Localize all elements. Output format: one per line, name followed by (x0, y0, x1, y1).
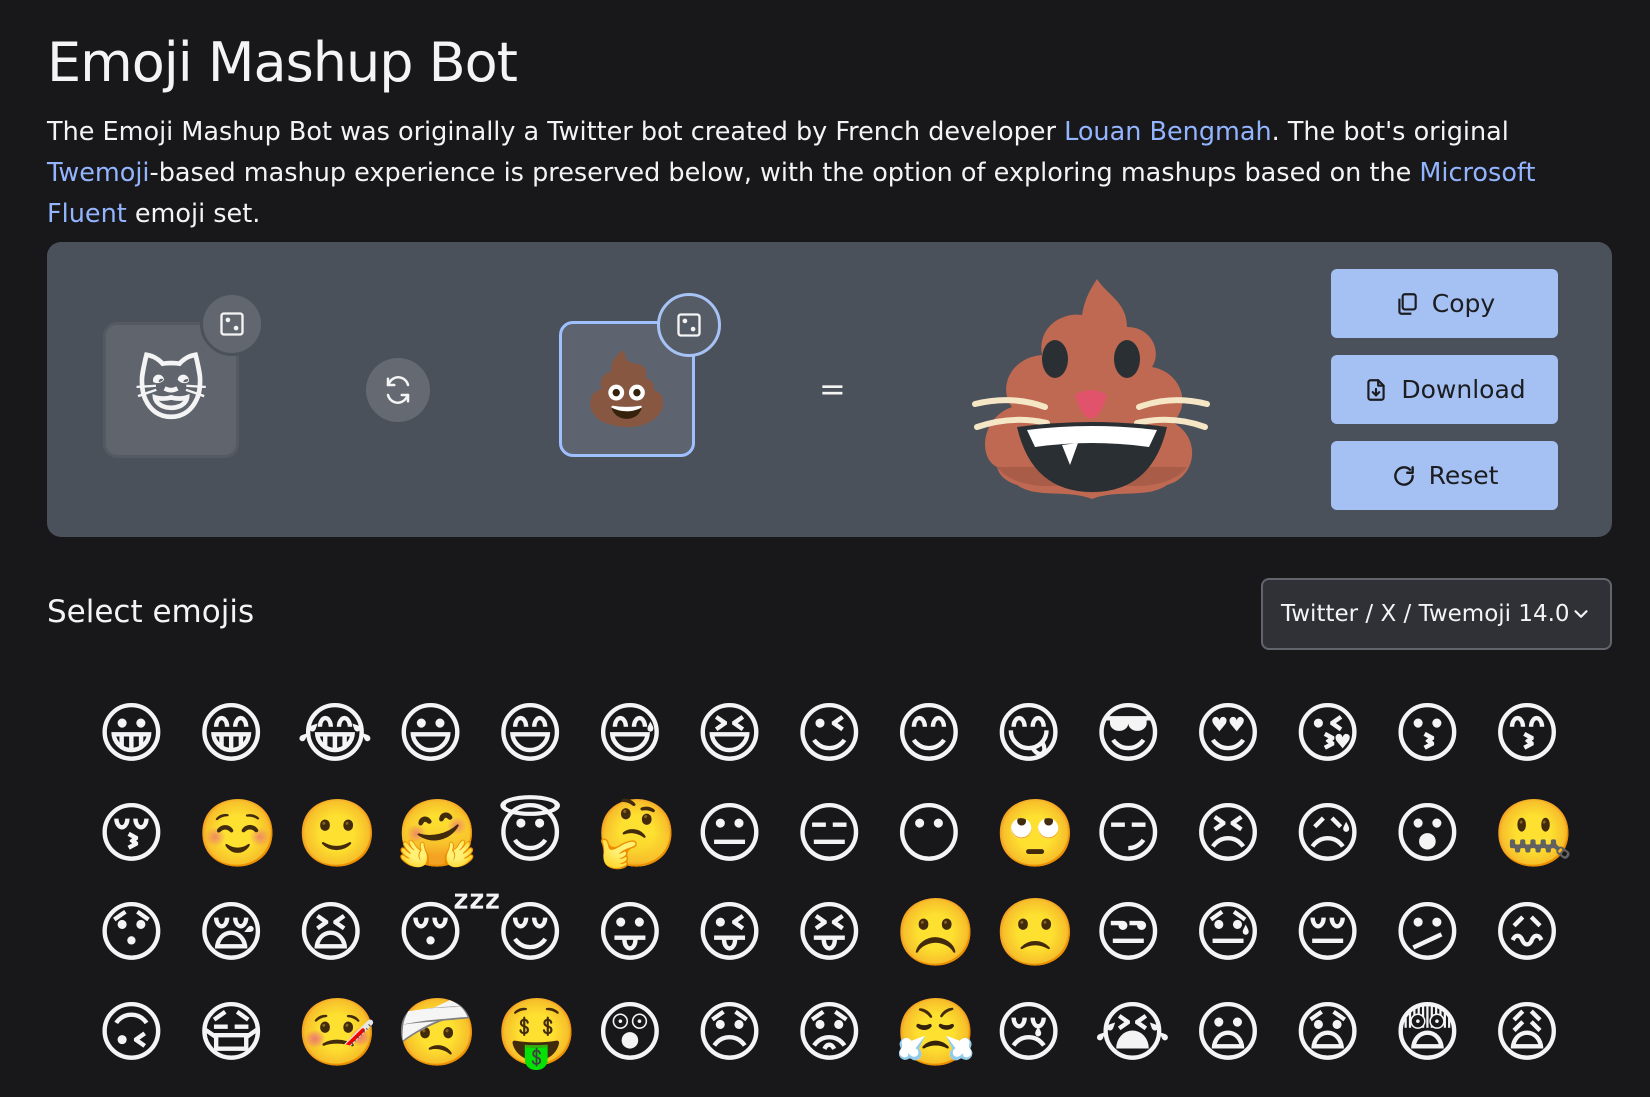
emoji-option[interactable]: 😟 (795, 997, 865, 1067)
emoji-option[interactable]: 😕 (1393, 897, 1463, 967)
copy-button[interactable]: Copy (1331, 269, 1558, 338)
emoji-option[interactable]: 😘 (1293, 698, 1363, 768)
emoji-option[interactable]: 😭 (1094, 997, 1171, 1067)
emoji-option[interactable]: 😔 (1293, 897, 1363, 967)
emoji-option[interactable]: 😛 (595, 897, 665, 967)
emoji-option[interactable]: 😴 (396, 897, 502, 967)
emoji-option[interactable]: 😎 (1094, 698, 1164, 768)
swap-button[interactable] (366, 358, 430, 422)
emoji-option[interactable]: 😶 (895, 798, 965, 868)
emoji-option[interactable]: 😅 (595, 698, 665, 768)
emoji-option[interactable]: 😮 (1393, 798, 1463, 868)
emoji-option[interactable]: 😧 (1293, 997, 1363, 1067)
emoji-option[interactable]: 😦 (1194, 997, 1264, 1067)
emoji-option[interactable]: 😞 (695, 997, 765, 1067)
emoji-option[interactable]: 😓 (1194, 897, 1264, 967)
dice-icon (677, 313, 701, 337)
emoji-option[interactable]: 😏 (1094, 798, 1164, 868)
emoji-option[interactable]: 😥 (1293, 798, 1363, 868)
emoji-option[interactable]: 😩 (1493, 997, 1563, 1067)
author-link[interactable]: Louan Bengmah (1064, 117, 1272, 147)
emoji-option[interactable]: 😉 (795, 698, 865, 768)
emoji-option[interactable]: 😊 (895, 698, 965, 768)
emoji-option[interactable]: 😍 (1194, 698, 1264, 768)
emoji-set-value: Twitter / X / Twemoji 14.0 (1281, 601, 1570, 627)
left-emoji: 😺 (134, 351, 208, 429)
reset-button[interactable]: Reset (1331, 441, 1558, 510)
emoji-option[interactable]: 😣 (1194, 798, 1264, 868)
chevron-down-icon (1574, 610, 1588, 618)
emoji-option[interactable]: 🙂 (296, 798, 378, 868)
emoji-option[interactable]: 😒 (1094, 897, 1164, 967)
emoji-option[interactable]: 😋 (994, 698, 1064, 768)
emoji-option[interactable]: ☺️ (197, 798, 279, 868)
intro-part-4: emoji set. (126, 199, 261, 229)
copy-icon (1398, 292, 1417, 315)
emoji-option[interactable]: ☹️ (895, 897, 977, 967)
emoji-option[interactable]: 😁 (197, 698, 267, 768)
select-emojis-title: Select emojis (47, 594, 255, 630)
intro-text: The Emoji Mashup Bot was originally a Tw… (47, 112, 1612, 235)
emoji-option[interactable]: 😌 (496, 897, 566, 967)
emoji-option[interactable]: 😜 (695, 897, 765, 967)
emoji-grid: 😀 😁 😂 😃 😄 😅 😆 😉 😊 😋 😎 😍 😘 😗 😙 😚 ☺️ 🙂 🤗 😇 🤔 😐 😑 😶 🙄 😏 😣 😥 😮 🤐 😯 😪 😫 😴 😌 😛 😜 😝 ☹… (97, 698, 1592, 1097)
mashup-panel: 😺 💩 = Copy Download Reset (47, 242, 1612, 537)
emoji-option[interactable]: 😷 (197, 997, 267, 1067)
emoji-option[interactable]: 🤔 (595, 798, 677, 868)
emoji-option[interactable]: 🙃 (97, 997, 167, 1067)
refresh-icon (386, 376, 410, 404)
equals-sign: = (819, 370, 846, 408)
emoji-option[interactable]: 😲 (595, 997, 665, 1067)
copy-label: Copy (1431, 289, 1496, 318)
right-emoji: 💩 (583, 350, 671, 428)
emoji-option[interactable]: 😆 (695, 698, 765, 768)
download-label: Download (1401, 375, 1526, 404)
dice-icon (220, 312, 244, 336)
emoji-option[interactable]: 😀 (97, 698, 167, 768)
emoji-option[interactable]: 😪 (197, 897, 267, 967)
emoji-option[interactable]: 🤑 (496, 997, 578, 1067)
download-button[interactable]: Download (1331, 355, 1558, 424)
reset-label: Reset (1428, 461, 1499, 490)
emoji-option[interactable]: 😨 (1393, 997, 1463, 1067)
emoji-option[interactable]: 🤗 (396, 798, 478, 868)
emoji-option[interactable]: 🤒 (296, 997, 378, 1067)
emoji-option[interactable]: 🙄 (994, 798, 1076, 868)
emoji-option[interactable]: 🤐 (1493, 798, 1575, 868)
randomize-right-button[interactable] (657, 293, 721, 357)
emoji-option[interactable]: 😢 (994, 997, 1064, 1067)
emoji-option[interactable]: 😝 (795, 897, 865, 967)
page-title: Emoji Mashup Bot (47, 31, 518, 94)
emoji-option[interactable]: 😤 (895, 997, 977, 1067)
select-emojis-header: Select emojis Twitter / X / Twemoji 14.0 (47, 578, 1612, 650)
emoji-option[interactable]: 😑 (795, 798, 865, 868)
twemoji-link[interactable]: Twemoji (47, 158, 150, 188)
emoji-option[interactable]: 🤕 (396, 997, 478, 1067)
emoji-option[interactable]: 🙁 (994, 897, 1076, 967)
randomize-left-button[interactable] (200, 292, 264, 356)
intro-part-3: -based mashup experience is preserved be… (149, 158, 1420, 188)
emoji-option[interactable]: 😫 (296, 897, 366, 967)
reset-icon (1393, 465, 1414, 486)
emoji-option[interactable]: 😯 (97, 897, 167, 967)
emoji-option[interactable]: 😃 (396, 698, 466, 768)
emoji-option[interactable]: 😙 (1493, 698, 1563, 768)
emoji-option[interactable]: 😗 (1393, 698, 1463, 768)
intro-part-2: . The bot's original (1271, 117, 1509, 147)
emoji-option[interactable]: 😂 (296, 698, 373, 768)
download-icon (1367, 378, 1386, 401)
emoji-option[interactable]: 😇 (496, 798, 566, 868)
emoji-set-select[interactable]: Twitter / X / Twemoji 14.0 (1261, 578, 1612, 650)
intro-part-1: The Emoji Mashup Bot was originally a Tw… (47, 117, 1065, 147)
mashup-result-image (972, 279, 1210, 499)
emoji-option[interactable]: 😐 (695, 798, 765, 868)
emoji-option[interactable]: 😄 (496, 698, 566, 768)
emoji-option[interactable]: 😖 (1493, 897, 1563, 967)
emoji-option[interactable]: 😚 (97, 798, 167, 868)
